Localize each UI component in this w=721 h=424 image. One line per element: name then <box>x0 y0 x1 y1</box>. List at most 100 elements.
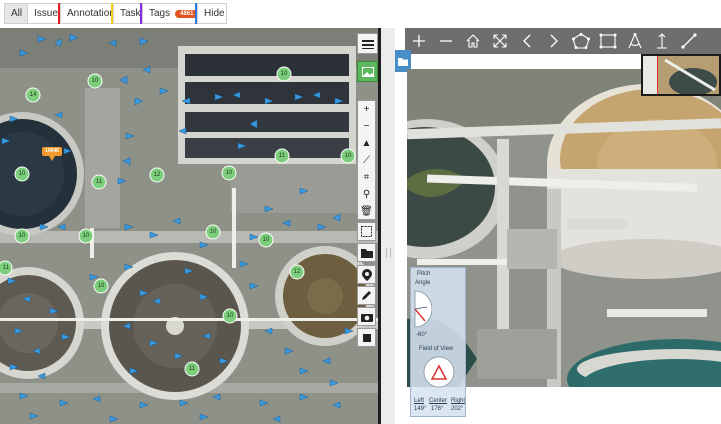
field-of-view-label: Field of View <box>419 346 454 352</box>
home-icon <box>466 34 479 48</box>
tab-all[interactable]: All <box>4 3 28 24</box>
viewer-minimap[interactable] <box>641 54 721 96</box>
pitch-gauge[interactable] <box>414 290 433 328</box>
viewer-angle-button[interactable] <box>621 28 648 54</box>
north-arrow-icon: ▲ <box>361 138 372 149</box>
rectangle-icon <box>599 33 616 49</box>
map-tool-strip: + − ▲ ⟋ ⌗ ⚲ 🗑 <box>357 100 376 220</box>
minimap-view-indicator <box>657 56 658 94</box>
viewer-rectangle-button[interactable] <box>594 28 621 54</box>
filter-tab-bar: All Issues Annotations Task Tags 4861 Hid… <box>0 0 400 28</box>
fov-right-label[interactable]: Right <box>451 398 465 404</box>
viewer-polygon-button[interactable] <box>567 28 594 54</box>
select-box-button[interactable] <box>357 222 376 241</box>
viewer-home-button[interactable] <box>459 28 486 54</box>
layer-list-button[interactable] <box>357 33 378 54</box>
point-label[interactable]: 11 <box>0 265 12 271</box>
height-icon <box>656 33 667 49</box>
tab-label: Hide <box>204 8 225 19</box>
folder-button[interactable] <box>357 243 376 262</box>
zoom-in-icon <box>412 35 425 47</box>
tab-label: All <box>11 8 23 19</box>
orientation-panel: Pitch Angle -60° Field of View Left Cent… <box>410 267 466 417</box>
select-box-icon <box>361 226 372 237</box>
fov-left-label[interactable]: Left <box>414 398 424 404</box>
camera-button[interactable] <box>357 307 376 326</box>
image-layer-icon <box>361 66 374 77</box>
point-label[interactable]: 14 <box>27 92 39 98</box>
north-button[interactable]: ▲ <box>358 135 375 152</box>
fov-right-value: 202° <box>451 406 464 412</box>
point-label[interactable]: 10 <box>80 233 92 239</box>
tab-label: Tags <box>149 8 171 19</box>
point-label[interactable]: 10 <box>260 237 272 243</box>
tab-task[interactable]: Task <box>113 3 143 24</box>
viewer-height-button[interactable] <box>648 28 675 54</box>
point-label[interactable]: 10 <box>16 171 28 177</box>
point-label[interactable]: 10 <box>224 313 236 319</box>
aerial-map[interactable]: 10646 10 10 14 10 11 12 10 11 10 10 10 1… <box>0 28 378 424</box>
pitch-label: Pitch <box>417 271 431 277</box>
pencil-icon <box>362 291 371 300</box>
zoom-out-button[interactable]: − <box>358 118 375 135</box>
folder-icon <box>398 57 408 66</box>
ruler-icon: ⟋ <box>363 155 370 166</box>
orange-issue-marker-label[interactable]: 10646 <box>42 148 62 154</box>
viewer-fullscreen-button[interactable] <box>486 28 513 54</box>
point-label[interactable]: 10 <box>16 233 28 239</box>
zoom-out-icon: − <box>363 121 370 132</box>
camera-icon <box>360 313 373 322</box>
field-of-view-gauge[interactable] <box>423 356 455 388</box>
point-label[interactable]: 11 <box>186 366 198 372</box>
viewer-previous-button[interactable] <box>513 28 540 54</box>
point-label[interactable]: 10 <box>95 283 107 289</box>
pitch-value: -60° <box>416 332 428 338</box>
minimap-canvas <box>643 56 719 94</box>
folder-icon <box>360 248 373 258</box>
point-label[interactable]: 10 <box>207 229 219 235</box>
viewer-zoom-out-button[interactable] <box>432 28 459 54</box>
angle-icon <box>627 33 642 49</box>
point-label[interactable]: 10 <box>223 170 235 176</box>
field-of-view-icon <box>423 356 455 388</box>
angle-label: Angle <box>415 280 431 286</box>
line-icon <box>680 33 697 49</box>
fov-center-label[interactable]: Center <box>429 398 447 404</box>
location-icon <box>361 268 372 281</box>
point-label[interactable]: 11 <box>93 179 105 185</box>
measure-button[interactable]: ⟋ <box>358 152 375 169</box>
tab-label: Task <box>120 8 141 19</box>
fov-left-value: 149° <box>414 406 427 412</box>
polyline-button[interactable]: ⌗ <box>358 169 375 186</box>
point-label[interactable]: 10 <box>278 71 290 77</box>
image-layer-button[interactable] <box>357 61 378 82</box>
zoom-in-button[interactable]: + <box>358 101 375 118</box>
fullscreen-icon <box>492 34 507 48</box>
tab-annotations[interactable]: Annotations <box>60 3 120 24</box>
point-label[interactable]: 12 <box>151 172 163 178</box>
tab-hide[interactable]: Hide <box>197 3 227 24</box>
stop-button[interactable] <box>357 328 376 347</box>
point-label[interactable]: 10 <box>89 78 101 84</box>
polyline-icon: ⌗ <box>363 172 370 183</box>
zoom-out-icon <box>439 40 452 42</box>
pin-button[interactable]: ⚲ <box>358 186 375 203</box>
viewer-line-button[interactable] <box>675 28 702 54</box>
location-button[interactable] <box>357 265 376 284</box>
pin-icon: ⚲ <box>362 189 371 200</box>
list-icon <box>361 39 374 49</box>
tab-tags[interactable]: Tags 4861 <box>142 3 199 24</box>
point-label[interactable]: 11 <box>276 153 288 159</box>
delete-button[interactable]: 🗑 <box>358 203 375 220</box>
draw-button[interactable] <box>357 286 376 305</box>
polygon-icon <box>571 33 590 49</box>
pitch-gauge-icon <box>414 290 433 328</box>
viewer-next-button[interactable] <box>540 28 567 54</box>
zoom-in-icon: + <box>363 104 370 115</box>
point-label[interactable]: 12 <box>291 269 303 275</box>
fov-center-value: 176° <box>431 406 444 412</box>
point-label[interactable]: 10 <box>342 153 354 159</box>
map-canvas <box>0 28 378 424</box>
split-resize-handle[interactable] <box>381 28 395 424</box>
tab-issues[interactable]: Issues <box>27 3 63 24</box>
